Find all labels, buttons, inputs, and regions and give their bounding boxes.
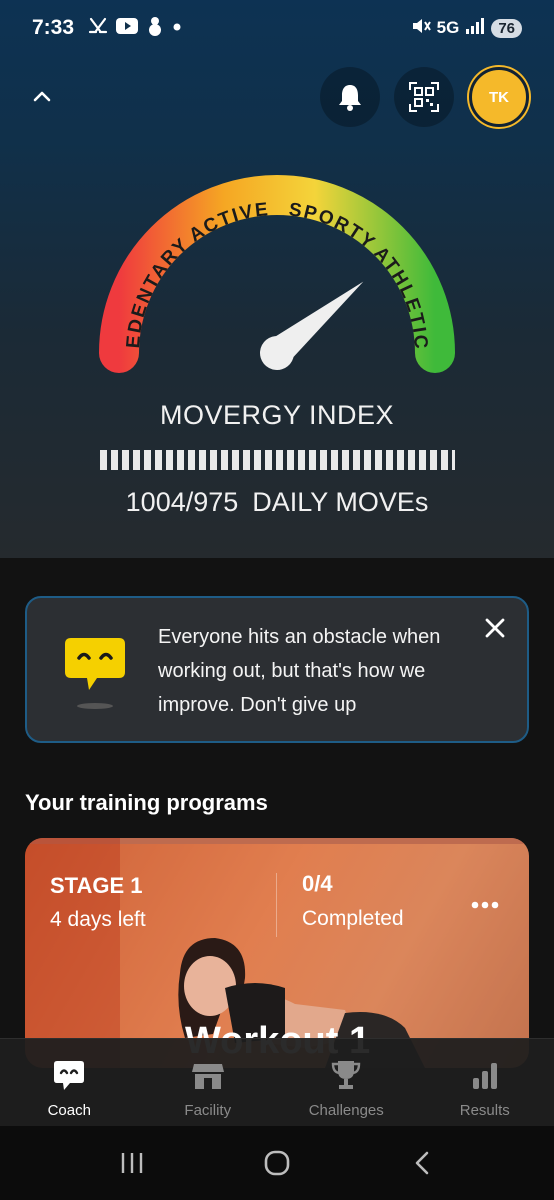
gauge-label-sedentary: SEDENTARY	[0, 150, 191, 349]
qr-code-icon	[409, 82, 439, 112]
close-icon	[485, 618, 505, 638]
chevron-up-icon	[33, 91, 51, 102]
snowman-icon	[146, 16, 164, 41]
close-tip-button[interactable]	[481, 614, 509, 642]
system-navigation-bar	[0, 1126, 554, 1200]
back-button[interactable]	[392, 1138, 452, 1188]
movergy-index-title: MOVERGY INDEX	[159, 400, 395, 430]
training-programs-title: Your training programs	[25, 790, 268, 815]
more-options-button[interactable]	[465, 890, 505, 920]
status-bar: 7:33 5G 76	[0, 0, 554, 56]
battery-indicator: 76	[491, 18, 522, 38]
stage-label: STAGE 1	[50, 873, 143, 898]
facility-icon	[190, 1057, 226, 1093]
collapse-button[interactable]	[22, 78, 62, 114]
bottom-navigation: Coach Facility Challenges Results	[0, 1038, 554, 1126]
daily-moves-label: DAILY MOVEs	[252, 487, 429, 517]
home-button[interactable]	[247, 1138, 307, 1188]
nav-item-facility[interactable]: Facility	[139, 1039, 278, 1126]
nav-item-results[interactable]: Results	[416, 1039, 554, 1126]
movergy-gauge: SEDENTARY ACTIVE SPORTY ATHLETIC	[0, 150, 455, 373]
signal-icon	[465, 17, 485, 39]
gauge-needle	[260, 281, 364, 370]
avatar[interactable]: TK	[469, 67, 529, 127]
back-icon	[415, 1151, 428, 1175]
daily-moves-progress-bar	[100, 450, 455, 470]
bell-icon	[339, 85, 361, 111]
bar-chart-icon	[467, 1057, 503, 1093]
nav-item-challenges[interactable]: Challenges	[277, 1039, 416, 1126]
nav-label-facility: Facility	[184, 1102, 232, 1119]
motivation-tip-card: Everyone hits an obstacle when working o…	[25, 596, 529, 743]
notifications-button[interactable]	[320, 67, 380, 127]
daily-moves-value: 1004/975	[125, 487, 239, 517]
recents-button[interactable]	[102, 1138, 162, 1188]
more-horizontal-icon	[471, 901, 499, 909]
hockey-icon	[88, 17, 108, 40]
card-divider	[276, 873, 277, 937]
nav-item-coach[interactable]: Coach	[0, 1039, 139, 1126]
status-time: 7:33	[32, 16, 75, 39]
daily-moves-summary: 1004/975 DAILY MOVEs	[0, 487, 554, 518]
mute-icon	[411, 17, 431, 40]
training-program-card[interactable]: STAGE 1 4 days left 0/4 Completed Workou…	[25, 838, 529, 1068]
nav-label-results: Results	[459, 1102, 510, 1119]
dot-icon	[172, 19, 182, 37]
mascot-icon	[65, 638, 125, 709]
youtube-icon	[116, 17, 139, 39]
completed-label: Completed	[302, 907, 404, 930]
nav-label-coach: Coach	[47, 1102, 91, 1119]
workouts-progress-count: 0/4	[302, 871, 333, 896]
nav-label-challenges: Challenges	[308, 1102, 384, 1119]
svg-text:SEDENTARY: SEDENTARY	[0, 150, 193, 349]
recents-icon	[122, 1153, 143, 1173]
trophy-icon	[328, 1057, 364, 1093]
network-type: 5G	[436, 18, 460, 37]
days-left-label: 4 days left	[50, 908, 146, 931]
coach-icon	[51, 1057, 87, 1093]
qr-code-button[interactable]	[394, 67, 454, 127]
home-icon	[264, 1150, 290, 1176]
tip-text: Everyone hits an obstacle when working o…	[158, 626, 441, 716]
